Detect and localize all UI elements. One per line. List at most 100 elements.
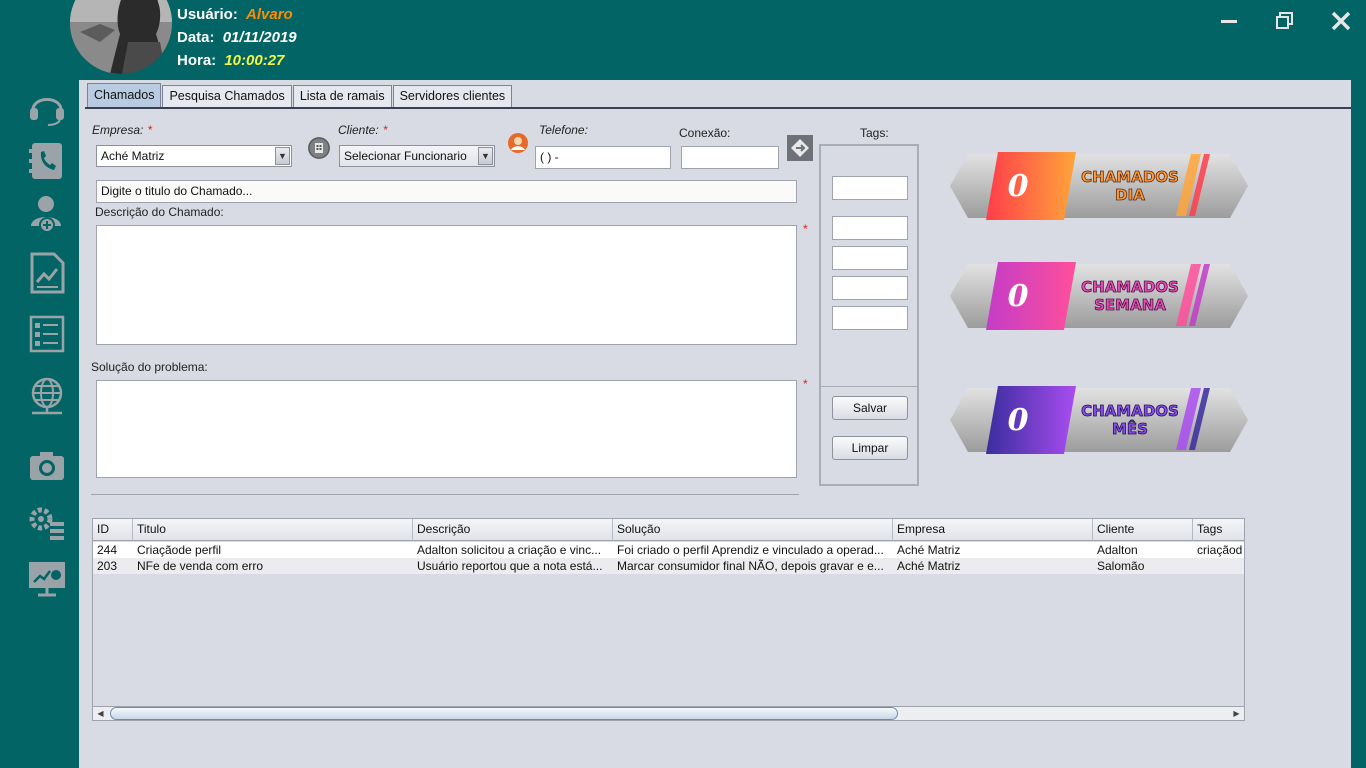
user-info-row: Usuário: Alvaro (177, 6, 293, 23)
minimize-button[interactable] (1216, 8, 1242, 34)
titulo-field[interactable]: Digite o titulo do Chamado... (96, 180, 797, 203)
tab-bar: Chamados Pesquisa Chamados Lista de rama… (87, 83, 513, 107)
time-value: 10:00:27 (224, 52, 285, 69)
user-value: Alvaro (246, 6, 293, 23)
sidebar-item-relatorios[interactable] (26, 252, 68, 294)
tag-field[interactable] (832, 216, 908, 240)
tags-divider (821, 386, 917, 387)
cell-titulo: Criaçãode perfil (137, 543, 222, 557)
counter-value: 0 (1008, 169, 1029, 204)
descricao-required-mark: * (803, 222, 808, 236)
cell-empresa: Aché Matriz (897, 559, 961, 573)
column-header-empresa[interactable]: Empresa (893, 519, 1093, 541)
cell-solucao: Marcar consumidor final NÃO, depois grav… (617, 559, 884, 573)
cell-cliente: Adalton (1097, 543, 1138, 557)
dashboard-monitor-icon (29, 562, 65, 597)
sidebar-item-checklist[interactable] (26, 313, 68, 355)
sidebar-item-camera[interactable] (26, 446, 68, 488)
sidebar-item-configuracoes[interactable] (26, 502, 68, 544)
minimize-icon (1221, 20, 1237, 23)
tab-chamados[interactable]: Chamados (87, 83, 162, 107)
counter-value: 0 (1008, 279, 1029, 314)
sidebar-item-ramais[interactable] (26, 140, 68, 182)
solucao-textarea[interactable] (96, 380, 797, 478)
cell-empresa: Aché Matriz (897, 543, 961, 557)
close-icon (1331, 11, 1351, 31)
chevron-down-icon: ▼ (478, 147, 493, 165)
sidebar-item-atendimento[interactable] (26, 86, 68, 128)
company-button[interactable] (308, 137, 330, 159)
cell-id: 203 (97, 559, 118, 573)
tab-lista-de-ramais[interactable]: Lista de ramais (292, 85, 392, 107)
report-chart-icon (30, 252, 65, 294)
column-header-titulo[interactable]: Titulo (133, 519, 413, 541)
time-info-row: Hora: 10:00:27 (177, 52, 284, 69)
tab-pesquisa-chamados[interactable]: Pesquisa Chamados (162, 85, 292, 107)
date-value: 01/11/2019 (222, 29, 297, 46)
required-mark: * (147, 123, 153, 137)
maximize-icon (1276, 12, 1293, 29)
column-header-tags[interactable]: Tags (1193, 519, 1244, 541)
tags-label: Tags: (860, 126, 889, 140)
user-label: Usuário: (177, 6, 238, 23)
user-avatar (70, 0, 172, 74)
column-header-descricao[interactable]: Descrição (413, 519, 613, 541)
salvar-button[interactable]: Salvar (832, 396, 908, 420)
tag-field[interactable] (832, 176, 908, 200)
descricao-textarea[interactable] (96, 225, 797, 345)
sidebar-item-rede[interactable] (26, 376, 68, 418)
table-horizontal-scrollbar[interactable]: ◀ ▶ (92, 706, 1245, 721)
date-label: Data: (177, 29, 215, 46)
table-row[interactable]: 203 NFe de venda com erro Usuário report… (93, 558, 1244, 574)
solucao-label: Solução do problema: (91, 360, 208, 374)
maximize-button[interactable] (1272, 8, 1298, 34)
form-divider (91, 494, 799, 495)
empresa-label: Empresa: * (92, 123, 152, 137)
cell-cliente: Salomão (1097, 559, 1145, 573)
cliente-label-text: Cliente: (338, 123, 379, 137)
cell-descricao: Usuário reportou que a nota está... (417, 559, 603, 573)
tab-divider (85, 107, 1351, 109)
telefone-field[interactable]: ( ) - (535, 146, 671, 169)
counter-value: 0 (1008, 403, 1029, 438)
empresa-label-text: Empresa: (92, 123, 144, 137)
conexao-field[interactable] (681, 146, 779, 169)
user-badge-icon (508, 133, 528, 153)
connect-button[interactable] (787, 135, 813, 161)
scroll-left-icon[interactable]: ◀ (94, 708, 107, 719)
tag-field[interactable] (832, 246, 908, 270)
chevron-down-icon: ▼ (275, 147, 290, 165)
chamados-mes-counter: 0 CHAMADOS MÊS (948, 384, 1250, 456)
cliente-select[interactable]: Selecionar Funcionario ▼ (339, 145, 495, 167)
counter-line2: SEMANA (1094, 296, 1166, 314)
column-header-cliente[interactable]: Cliente (1093, 519, 1193, 541)
limpar-button[interactable]: Limpar (832, 436, 908, 460)
camera-icon (30, 452, 64, 480)
cliente-label: Cliente: * (338, 123, 387, 137)
cell-id: 244 (97, 543, 118, 557)
tag-field[interactable] (832, 306, 908, 330)
column-header-id[interactable]: ID (93, 519, 133, 541)
close-button[interactable] (1328, 8, 1354, 34)
date-info-row: Data: 01/11/2019 (177, 29, 297, 46)
sidebar-item-cadastro-usuario[interactable] (26, 192, 68, 234)
column-header-solucao[interactable]: Solução (613, 519, 893, 541)
scrollbar-thumb[interactable] (110, 707, 898, 720)
building-icon (308, 137, 330, 159)
empresa-select[interactable]: Aché Matriz ▼ (96, 145, 292, 167)
descricao-label: Descrição do Chamado: (95, 205, 224, 219)
counter-line2: DIA (1115, 186, 1145, 204)
required-mark: * (382, 123, 388, 137)
cell-solucao: Foi criado o perfil Aprendiz e vinculado… (617, 543, 884, 557)
chamados-table[interactable]: ID Titulo Descrição Solução Empresa Clie… (92, 518, 1245, 721)
client-user-button[interactable] (507, 132, 529, 154)
tab-servidores-clientes[interactable]: Servidores clientes (392, 85, 513, 107)
cliente-value: Selecionar Funcionario (344, 149, 467, 163)
sidebar-item-dashboard[interactable] (26, 558, 68, 600)
table-header: ID Titulo Descrição Solução Empresa Clie… (93, 519, 1244, 541)
solucao-required-mark: * (803, 377, 808, 391)
scroll-right-icon[interactable]: ▶ (1230, 708, 1243, 719)
table-row[interactable]: 244 Criaçãode perfil Adalton solicitou a… (93, 542, 1244, 558)
cell-titulo: NFe de venda com erro (137, 559, 264, 573)
tag-field[interactable] (832, 276, 908, 300)
